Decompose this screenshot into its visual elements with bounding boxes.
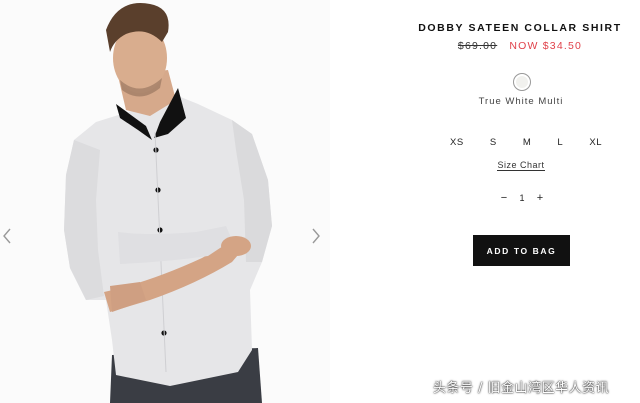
product-title: DOBBY SATEEN COLLAR SHIRT — [418, 22, 622, 34]
product-image — [64, 3, 272, 403]
chevron-left-icon — [3, 228, 11, 244]
size-option-xs[interactable]: XS — [450, 137, 464, 148]
prev-image-button[interactable] — [2, 228, 18, 256]
sale-label: NOW — [509, 40, 539, 52]
watermark-text: 头条号 / 旧金山湾区华人资讯 — [433, 381, 610, 396]
price-row: $69.00 NOW $34.50 — [410, 40, 630, 52]
size-option-s[interactable]: S — [490, 137, 497, 148]
size-option-l[interactable]: L — [557, 137, 563, 148]
quantity-increase-button[interactable]: + — [534, 191, 546, 205]
product-details-panel: DOBBY SATEEN COLLAR SHIRT $69.00 NOW $34… — [410, 0, 640, 403]
size-chart-link[interactable]: Size Chart — [497, 160, 545, 171]
selected-color-name: True White Multi — [478, 96, 564, 107]
quantity-decrease-button[interactable]: − — [498, 191, 510, 205]
color-swatch-true-white-multi[interactable] — [513, 73, 531, 91]
product-image-gallery — [0, 0, 330, 403]
size-chart-row: Size Chart — [410, 160, 632, 171]
quantity-value: 1 — [519, 193, 525, 203]
size-option-xl[interactable]: XL — [589, 137, 602, 148]
size-selector: XS S M L XL — [450, 137, 602, 148]
quantity-stepper: − 1 + — [498, 191, 546, 205]
original-price: $69.00 — [457, 40, 498, 52]
sale-price: $34.50 — [542, 40, 583, 52]
next-image-button[interactable] — [311, 228, 327, 256]
chevron-right-icon — [312, 228, 320, 244]
add-to-bag-button[interactable]: ADD TO BAG — [473, 235, 570, 266]
size-option-m[interactable]: M — [523, 137, 531, 148]
